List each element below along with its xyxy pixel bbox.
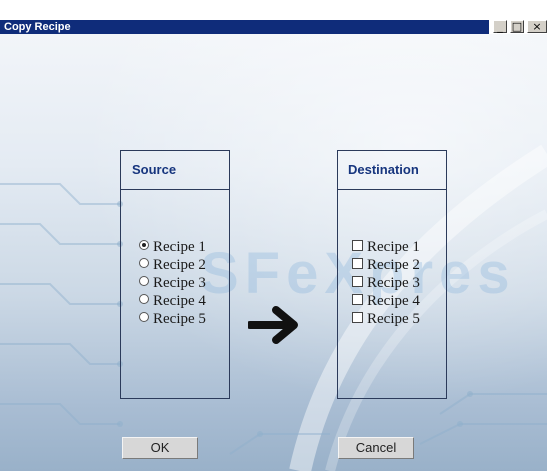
destination-header: Destination: [338, 151, 446, 190]
checkbox-icon[interactable]: [352, 240, 363, 251]
destination-list-area: Recipe 1 Recipe 2 Recipe 3 Recipe 4 Reci…: [338, 190, 446, 398]
title-bar[interactable]: Copy Recipe _ □ ×: [0, 0, 547, 34]
radio-icon[interactable]: [139, 312, 149, 322]
source-item-label: Recipe 4: [153, 293, 206, 309]
radio-icon[interactable]: [139, 294, 149, 304]
dialog-body: SFeXpres Source Recipe 1 Recipe 2 Recipe…: [0, 34, 547, 471]
source-item-label: Recipe 3: [153, 275, 206, 291]
destination-item-recipe-3[interactable]: Recipe 3: [352, 274, 420, 292]
title-strip: [0, 20, 489, 34]
right-arrow-icon: [248, 306, 298, 344]
source-item-label: Recipe 5: [153, 311, 206, 327]
source-header: Source: [121, 151, 229, 190]
radio-icon[interactable]: [139, 276, 149, 286]
checkbox-icon[interactable]: [352, 276, 363, 287]
source-item-recipe-3[interactable]: Recipe 3: [139, 274, 206, 292]
window-title: Copy Recipe: [4, 21, 71, 33]
source-panel: Source Recipe 1 Recipe 2 Recipe 3 Recipe…: [120, 150, 230, 399]
destination-item-recipe-5[interactable]: Recipe 5: [352, 310, 420, 328]
destination-item-label: Recipe 3: [367, 275, 420, 291]
checkbox-icon[interactable]: [352, 294, 363, 305]
destination-item-label: Recipe 2: [367, 257, 420, 273]
minimize-button[interactable]: _: [493, 20, 507, 33]
source-item-label: Recipe 1: [153, 239, 206, 255]
cancel-button[interactable]: Cancel: [338, 437, 414, 459]
source-item-recipe-2[interactable]: Recipe 2: [139, 256, 206, 274]
destination-item-label: Recipe 5: [367, 311, 420, 327]
destination-item-recipe-2[interactable]: Recipe 2: [352, 256, 420, 274]
close-button[interactable]: ×: [527, 20, 547, 33]
maximize-button[interactable]: □: [510, 20, 524, 33]
destination-item-recipe-1[interactable]: Recipe 1: [352, 238, 420, 256]
source-list-area: Recipe 1 Recipe 2 Recipe 3 Recipe 4 Reci…: [121, 190, 229, 398]
destination-panel: Destination Recipe 1 Recipe 2 Recipe 3 R…: [337, 150, 447, 399]
radio-icon[interactable]: [139, 258, 149, 268]
destination-item-label: Recipe 4: [367, 293, 420, 309]
checkbox-icon[interactable]: [352, 312, 363, 323]
checkbox-icon[interactable]: [352, 258, 363, 269]
source-item-recipe-1[interactable]: Recipe 1: [139, 238, 206, 256]
source-item-recipe-4[interactable]: Recipe 4: [139, 292, 206, 310]
source-item-label: Recipe 2: [153, 257, 206, 273]
radio-checked-icon[interactable]: [139, 240, 149, 250]
destination-item-recipe-4[interactable]: Recipe 4: [352, 292, 420, 310]
ok-button[interactable]: OK: [122, 437, 198, 459]
destination-list: Recipe 1 Recipe 2 Recipe 3 Recipe 4 Reci…: [352, 238, 420, 328]
source-list: Recipe 1 Recipe 2 Recipe 3 Recipe 4 Reci…: [139, 238, 206, 328]
copy-recipe-window: Copy Recipe _ □ × SFeXpres Source Recipe…: [0, 0, 547, 471]
source-item-recipe-5[interactable]: Recipe 5: [139, 310, 206, 328]
destination-item-label: Recipe 1: [367, 239, 420, 255]
